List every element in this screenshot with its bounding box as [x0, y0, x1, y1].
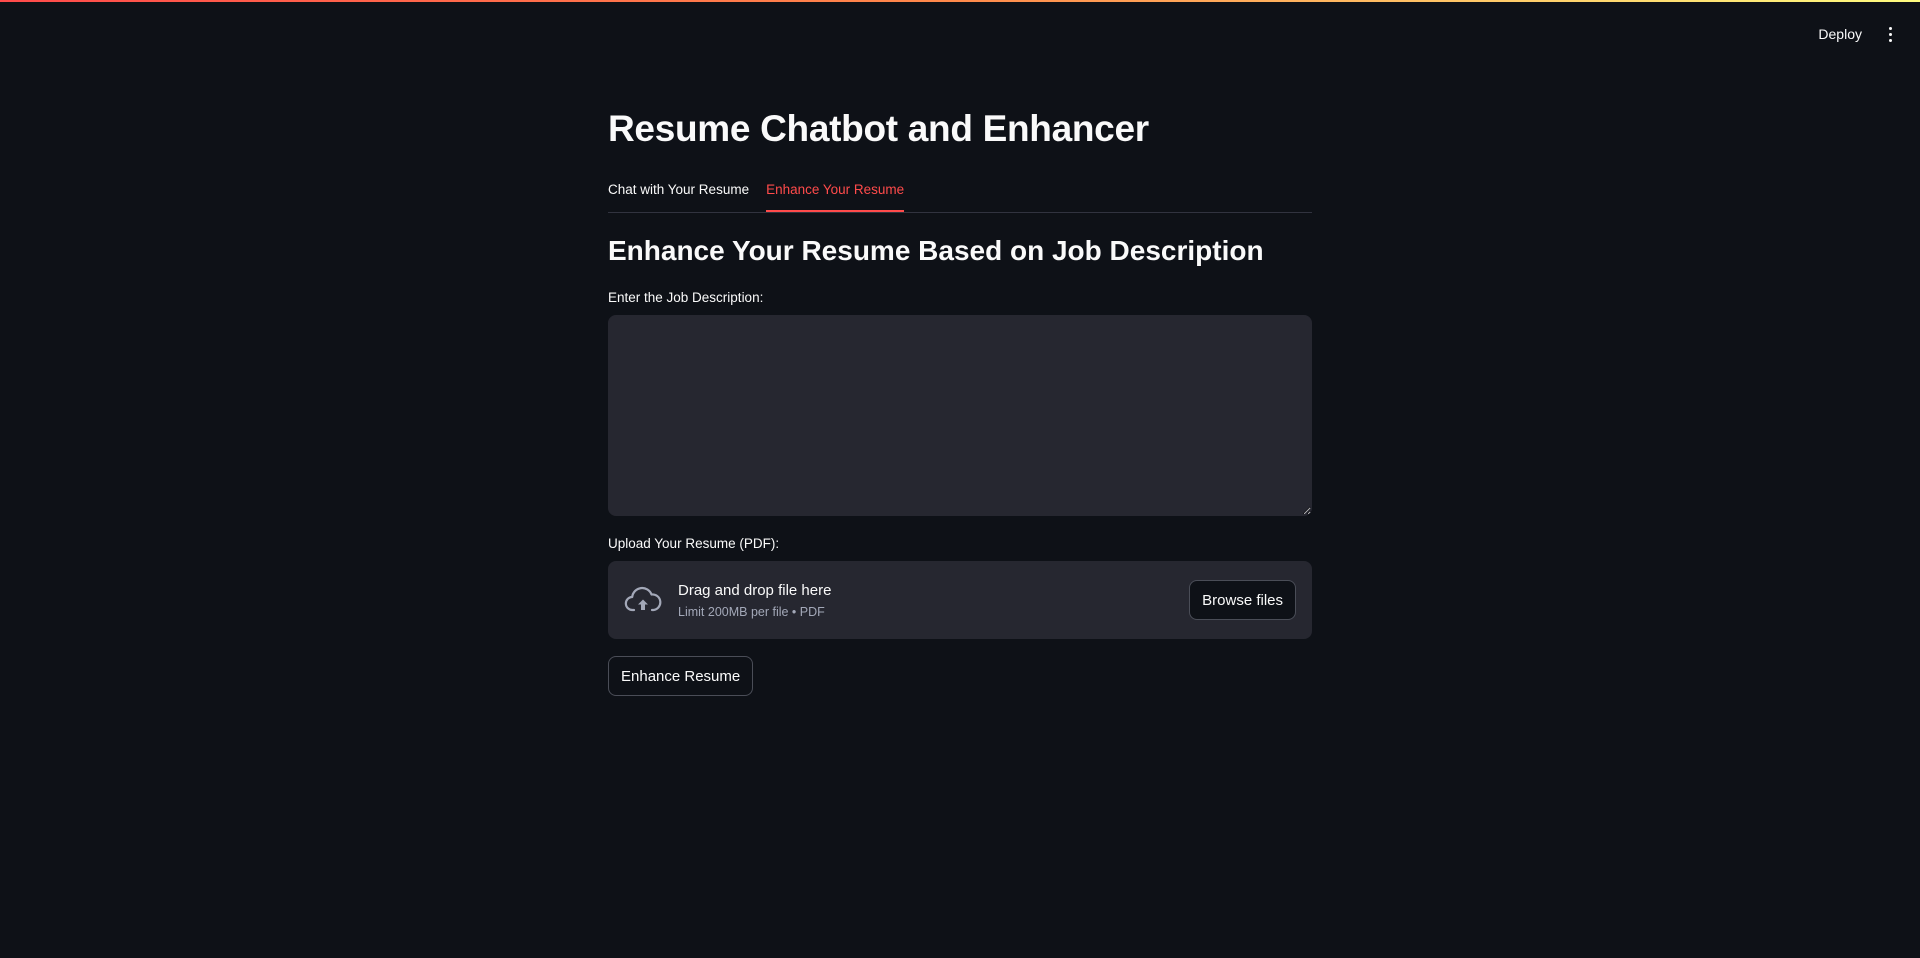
job-description-label: Enter the Job Description: — [608, 290, 764, 305]
top-decoration-bar — [0, 0, 1920, 2]
page-title: Resume Chatbot and Enhancer — [608, 108, 1149, 149]
dropzone-title: Drag and drop file here — [678, 581, 832, 599]
enhance-resume-button[interactable]: Enhance Resume — [608, 656, 754, 696]
more-vertical-icon[interactable] — [1884, 24, 1896, 44]
cloud-upload-icon — [624, 584, 662, 616]
file-dropzone[interactable]: Drag and drop file here Limit 200MB per … — [608, 561, 1312, 639]
browse-files-button[interactable]: Browse files — [1189, 580, 1296, 620]
dropzone-subtitle: Limit 200MB per file • PDF — [678, 604, 825, 619]
tab-bar: Chat with Your Resume Enhance Your Resum… — [608, 178, 1312, 213]
tab-chat-with-resume[interactable]: Chat with Your Resume — [608, 178, 749, 211]
deploy-button[interactable]: Deploy — [1818, 22, 1862, 46]
dropzone-texts: Drag and drop file here Limit 200MB per … — [678, 582, 1189, 619]
job-description-input[interactable] — [608, 315, 1312, 516]
upload-resume-label: Upload Your Resume (PDF): — [608, 536, 780, 551]
tab-enhance-resume[interactable]: Enhance Your Resume — [766, 178, 905, 212]
top-toolbar: Deploy — [1818, 22, 1896, 46]
section-heading: Enhance Your Resume Based on Job Descrip… — [608, 235, 1264, 266]
